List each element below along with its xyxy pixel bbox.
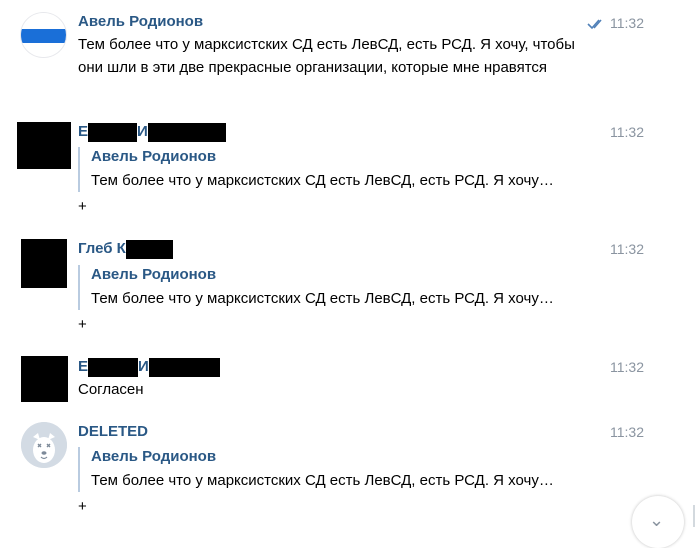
redaction-bar: [125, 240, 173, 259]
quote-text: Тем более что у марксистских СД есть Лев…: [91, 290, 554, 307]
message-time[interactable]: 11:32: [610, 423, 644, 441]
redaction-bar: [148, 358, 220, 377]
avatar[interactable]: [21, 422, 67, 468]
message-author[interactable]: ЕИ: [78, 358, 220, 377]
author-first-part: Е: [78, 123, 89, 140]
double-check-icon: [587, 19, 602, 30]
avatar[interactable]: [17, 122, 71, 169]
message-author[interactable]: Глеб К: [78, 240, 173, 259]
avatar[interactable]: [21, 239, 67, 288]
message-text: +: [78, 498, 87, 515]
message-author[interactable]: Авель Родионов: [78, 13, 203, 31]
author-first-part: Глеб К: [78, 240, 126, 257]
deleted-dog-icon: [21, 422, 67, 468]
message-text: +: [78, 198, 87, 215]
quote-text: Тем более что у марксистских СД есть Лев…: [91, 172, 554, 189]
message-text: Согласен: [78, 381, 144, 398]
redaction-bar: [88, 358, 139, 377]
message-author[interactable]: ЕИ: [78, 123, 226, 142]
message-author[interactable]: DELETED: [78, 423, 148, 441]
reply-quote[interactable]: Авель Родионов Тем более что у марксистс…: [78, 265, 611, 310]
quote-author: Авель Родионов: [91, 448, 217, 465]
redaction-bar: [147, 123, 226, 142]
message-text: Тем более что у марксистских СД есть Лев…: [78, 36, 575, 76]
message-time[interactable]: 11:32: [610, 14, 644, 32]
avatar[interactable]: [21, 356, 68, 402]
author-first-part: Е: [78, 358, 89, 375]
flag-avatar-icon: [21, 13, 66, 57]
chevron-down-icon: ⌄: [649, 510, 665, 530]
quote-text: Тем более что у марксистских СД есть Лев…: [91, 472, 554, 489]
author-second-part: И: [137, 123, 148, 140]
reply-quote[interactable]: Авель Родионов Тем более что у марксистс…: [78, 447, 611, 492]
message-time[interactable]: 11:32: [610, 123, 644, 141]
message-time[interactable]: 11:32: [610, 240, 644, 258]
author-second-part: И: [138, 358, 149, 375]
scroll-down-button[interactable]: ⌄: [632, 496, 684, 548]
redaction-bar: [88, 123, 138, 142]
quote-author: Авель Родионов: [91, 266, 217, 283]
quote-author: Авель Родионов: [91, 148, 217, 165]
reply-quote[interactable]: Авель Родионов Тем более что у марксистс…: [78, 147, 611, 192]
avatar[interactable]: [20, 12, 67, 58]
message-text: +: [78, 316, 87, 333]
message-time[interactable]: 11:32: [610, 358, 644, 376]
